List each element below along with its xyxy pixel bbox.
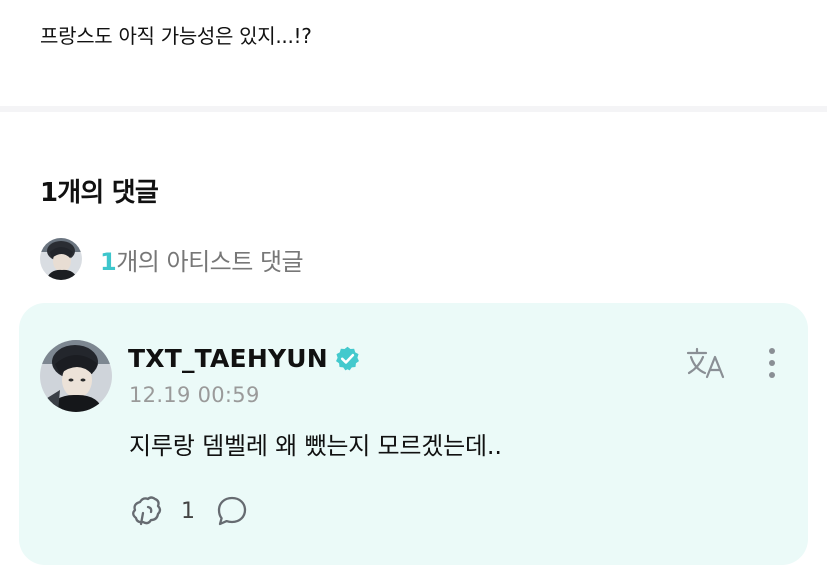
more-options-button[interactable] <box>760 345 784 381</box>
translate-icon <box>686 347 725 379</box>
translate-button[interactable] <box>685 345 727 381</box>
verified-badge-icon <box>334 345 361 372</box>
author-row: TXT_TAEHYUN <box>128 341 361 375</box>
artist-comment-card: TXT_TAEHYUN 12.19 00:59 지루랑 뎀벨레 왜 뺐는지 모르… <box>19 303 808 565</box>
section-divider <box>0 106 827 112</box>
post-text: 프랑스도 아직 가능성은 있지...!? <box>40 24 312 48</box>
like-count: 1 <box>181 498 195 524</box>
artist-comment-count: 1 <box>100 247 117 276</box>
author-name[interactable]: TXT_TAEHYUN <box>128 344 328 373</box>
artist-comment-label: 개의 아티스트 댓글 <box>116 247 304 276</box>
artist-mini-avatar <box>40 238 82 280</box>
weverse-like-icon <box>132 496 162 526</box>
comment-body: 지루랑 뎀벨레 왜 뺐는지 모르겠는데.. <box>129 432 502 460</box>
reply-bubble-icon <box>217 496 247 526</box>
comment-timestamp: 12.19 00:59 <box>129 383 260 407</box>
more-vertical-icon <box>769 348 775 378</box>
reply-button[interactable] <box>215 494 249 528</box>
comments-heading: 1개의 댓글 <box>40 178 159 208</box>
artist-comments-summary-text: 1개의 아티스트 댓글 <box>100 242 304 277</box>
like-button[interactable] <box>129 493 165 529</box>
comment-actions: 1 <box>129 491 249 531</box>
artist-comments-summary[interactable]: 1개의 아티스트 댓글 <box>40 238 304 280</box>
avatar[interactable] <box>40 340 112 412</box>
